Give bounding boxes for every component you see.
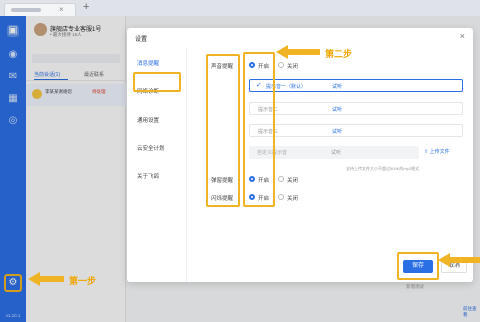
- tab-title-placeholder: [11, 8, 41, 12]
- tab-close-icon[interactable]: ×: [59, 5, 64, 14]
- dialog-title: 设置: [135, 37, 148, 43]
- step2-annotation: 第二步: [325, 49, 353, 59]
- upload-label: 上传文件: [429, 149, 450, 155]
- settings-menu: 消息提醒 网络诊断 通用设置 云安全计划 关于飞鸽: [127, 48, 187, 282]
- step2-arrow: [276, 45, 320, 59]
- sound-option-2[interactable]: 提示音二 试听: [249, 102, 463, 115]
- upload-file-button[interactable]: ⇪ 上传文件: [424, 148, 450, 155]
- try-listen-link[interactable]: 试听: [332, 106, 342, 113]
- new-tab-icon[interactable]: +: [83, 1, 89, 13]
- try-listen-link[interactable]: 试听: [332, 83, 342, 90]
- step1-annotation: 第一步: [69, 276, 97, 286]
- flash-off-radio[interactable]: [278, 194, 284, 200]
- step-highlight-radios: [243, 52, 275, 207]
- sound-off-label: 关闭: [287, 64, 299, 70]
- try-listen-link[interactable]: 试听: [332, 128, 342, 135]
- browser-tab[interactable]: ×: [4, 3, 76, 16]
- step1-arrow: [28, 272, 64, 286]
- menu-item-about[interactable]: 关于飞鸽: [137, 172, 159, 180]
- title-bar: × +: [0, 0, 480, 16]
- save-button[interactable]: 保存: [403, 260, 433, 273]
- menu-item-message-alert[interactable]: 消息提醒: [137, 59, 159, 67]
- sound-off-radio[interactable]: [278, 62, 284, 68]
- menu-item-general[interactable]: 通用设置: [137, 116, 159, 124]
- popup-off-label: 关闭: [287, 178, 299, 184]
- sound-option-1[interactable]: ✓ 提示音一（默认） 试听: [249, 79, 463, 92]
- sound-option-3[interactable]: 提示音三 试听: [249, 124, 463, 137]
- menu-item-cloud-security[interactable]: 云安全计划: [137, 144, 165, 152]
- upload-hint: 支持上传文件大小不超过500K的mp3格式: [346, 166, 420, 171]
- save-arrow: [438, 253, 480, 267]
- step-highlight-menu: [133, 72, 181, 92]
- flash-off-label: 关闭: [287, 196, 299, 202]
- step-highlight-labels: [206, 54, 240, 207]
- popup-off-radio[interactable]: [278, 176, 284, 182]
- close-icon[interactable]: ×: [460, 31, 465, 41]
- try-listen-link[interactable]: 试听: [331, 149, 341, 156]
